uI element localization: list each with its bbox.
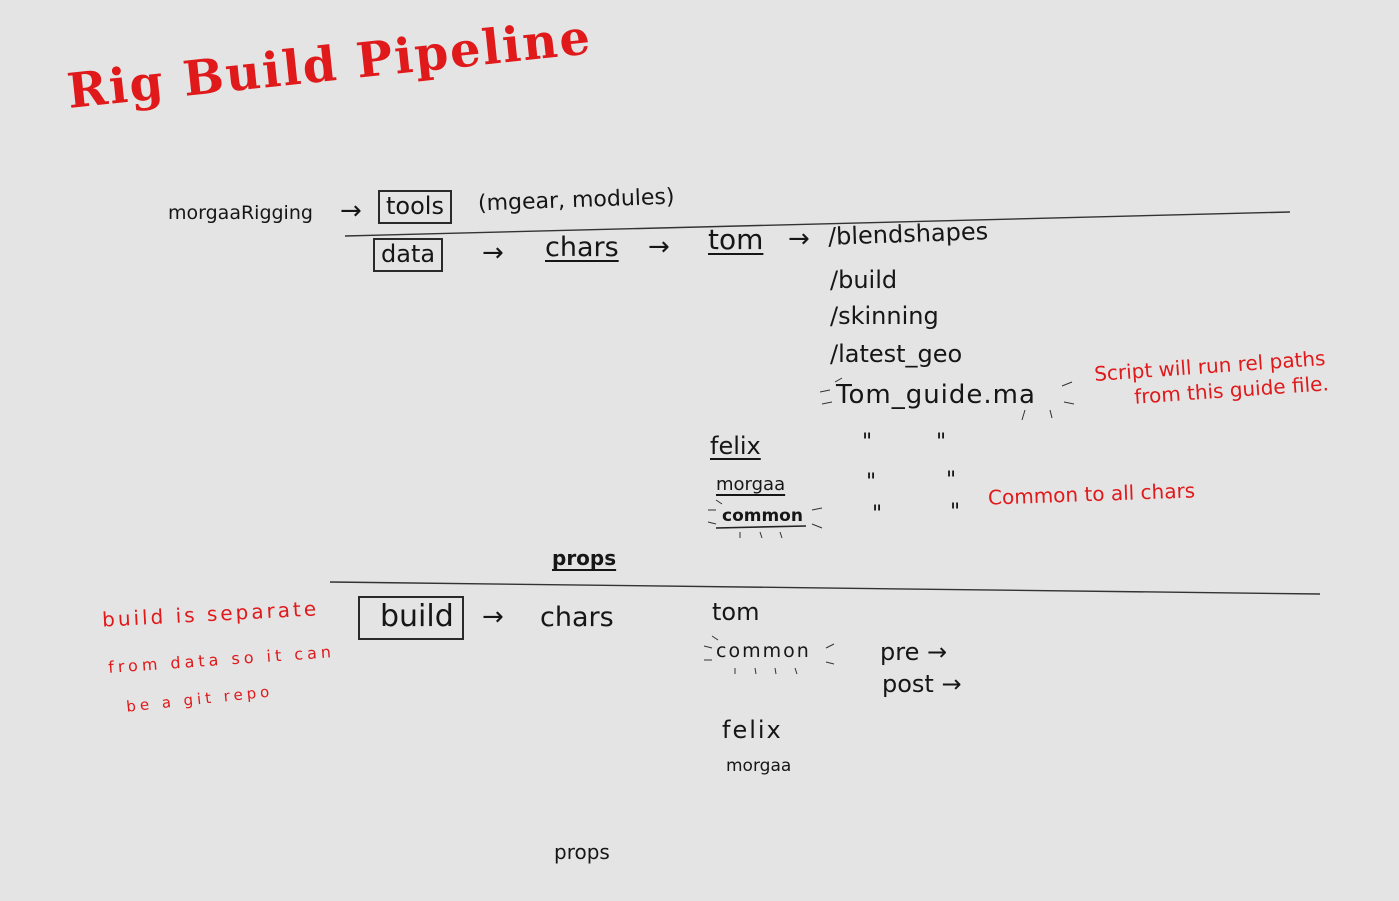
folder-blendshapes: /blendshapes [827, 217, 989, 251]
tools-box: tools [378, 190, 452, 224]
chars-label: chars [545, 232, 619, 263]
folder-build: /build [830, 266, 898, 294]
char-felix: felix [710, 432, 761, 460]
build-chars-label: chars [540, 602, 614, 633]
arrow-icon: → [340, 196, 362, 226]
ditto-mark: " [862, 430, 873, 455]
build-box: build [358, 596, 464, 640]
build-props: props [554, 840, 610, 864]
guide-file: Tom_guide.ma [836, 380, 1036, 410]
ditto-mark: " [950, 500, 961, 525]
build-morgaa: morgaa [726, 756, 792, 776]
pre-label: pre → [880, 638, 948, 666]
arrow-icon: → [648, 232, 670, 262]
post-label: post → [882, 670, 962, 698]
folder-skinning: /skinning [830, 302, 939, 330]
arrow-icon: → [482, 238, 504, 268]
divider-lines [329, 211, 1321, 675]
root-folder-label: morgaaRigging [168, 202, 313, 224]
common-underline [715, 525, 807, 529]
build-tom: tom [712, 598, 760, 626]
props-label-data: props [552, 546, 617, 570]
ditto-mark: " [872, 502, 883, 527]
build-common: common [716, 640, 811, 662]
data-box: data [373, 238, 444, 272]
arrow-icon: → [482, 602, 504, 632]
whiteboard-canvas: Rig Build Pipeline morgaaRigging → tools… [0, 0, 1399, 901]
folder-latest-geo: /latest_geo [830, 340, 963, 368]
build-felix: felix [722, 716, 783, 744]
tom-label: tom [708, 223, 764, 256]
char-common: common [722, 506, 803, 526]
char-morgaa: morgaa [716, 474, 786, 495]
bottom-divider-line [329, 581, 1321, 595]
ditto-mark: " [866, 470, 877, 495]
ditto-mark: " [936, 430, 947, 455]
arrow-icon: → [788, 224, 810, 254]
ditto-mark: " [946, 468, 957, 493]
